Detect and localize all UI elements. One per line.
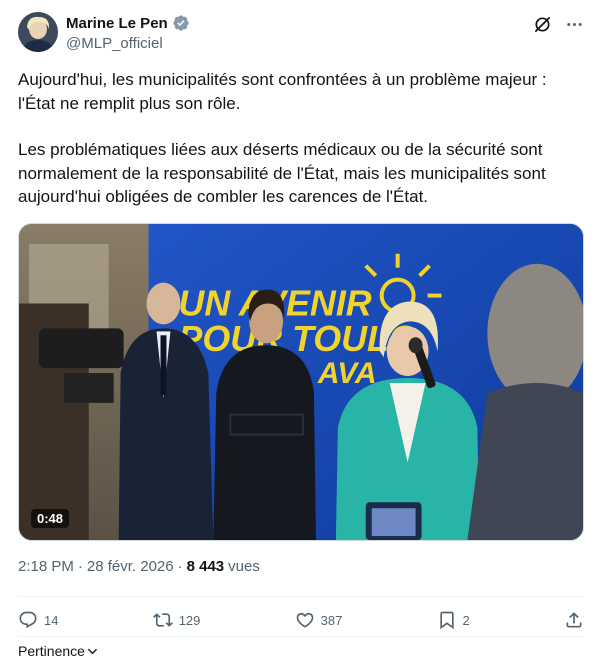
heart-icon [296, 612, 313, 628]
avatar[interactable] [18, 12, 58, 52]
reply-icon [19, 611, 37, 629]
verified-badge-icon [172, 14, 190, 32]
meta-separator: · [77, 558, 83, 575]
header-actions [532, 14, 584, 34]
repost-count: 129 [178, 612, 201, 628]
repost-button[interactable]: 129 [152, 610, 201, 630]
views-label: vues [228, 558, 260, 575]
bookmark-button[interactable]: 2 [437, 610, 470, 630]
share-button[interactable] [564, 610, 584, 630]
chevron-down-icon [88, 648, 97, 654]
meta-separator: · [177, 558, 183, 575]
repost-icon [152, 613, 173, 627]
tweet-paragraph: Les problématiques liées aux déserts méd… [18, 140, 546, 206]
author-name[interactable]: Marine Le Pen [66, 15, 168, 32]
grok-icon[interactable] [532, 14, 552, 34]
author-block: Marine Le Pen @MLP_officiel [66, 13, 190, 54]
like-button[interactable]: 387 [295, 610, 343, 630]
reply-button[interactable]: 14 [18, 610, 58, 630]
like-count: 387 [320, 612, 343, 628]
sort-relevance-dropdown[interactable]: Pertinence [18, 643, 98, 659]
reply-count: 14 [44, 612, 59, 628]
bookmark-icon [439, 611, 454, 630]
tweet-video[interactable]: UN AVENIR POUR TOULO AVA 0:48 [18, 223, 584, 541]
divider [18, 636, 584, 637]
tweet-date[interactable]: 28 févr. 2026 [87, 558, 174, 575]
video-duration: 0:48 [31, 509, 70, 528]
video-thumbnail: UN AVENIR POUR TOULO AVA [19, 224, 583, 540]
author-handle[interactable]: @MLP_officiel [66, 34, 190, 54]
more-icon[interactable] [564, 14, 584, 34]
tweet-paragraph: Aujourd'hui, les municipalités sont conf… [18, 70, 547, 113]
divider [18, 596, 584, 597]
views-count: 8 443 [186, 558, 225, 575]
sort-label: Pertinence [18, 643, 85, 659]
tweet-meta: 2:18 PM · 28 févr. 2026 · 8 443 vues [18, 558, 260, 575]
banner-line-3: AVA [317, 357, 377, 390]
share-icon [566, 612, 582, 628]
avatar-image [18, 12, 58, 52]
tweet-time[interactable]: 2:18 PM [18, 558, 74, 575]
tweet-text: Aujourd'hui, les municipalités sont conf… [18, 68, 588, 209]
tweet: Marine Le Pen @MLP_officiel Aujourd'hui,… [0, 0, 602, 672]
bookmark-count: 2 [462, 612, 470, 628]
action-bar: 14 129 387 2 [18, 606, 584, 634]
